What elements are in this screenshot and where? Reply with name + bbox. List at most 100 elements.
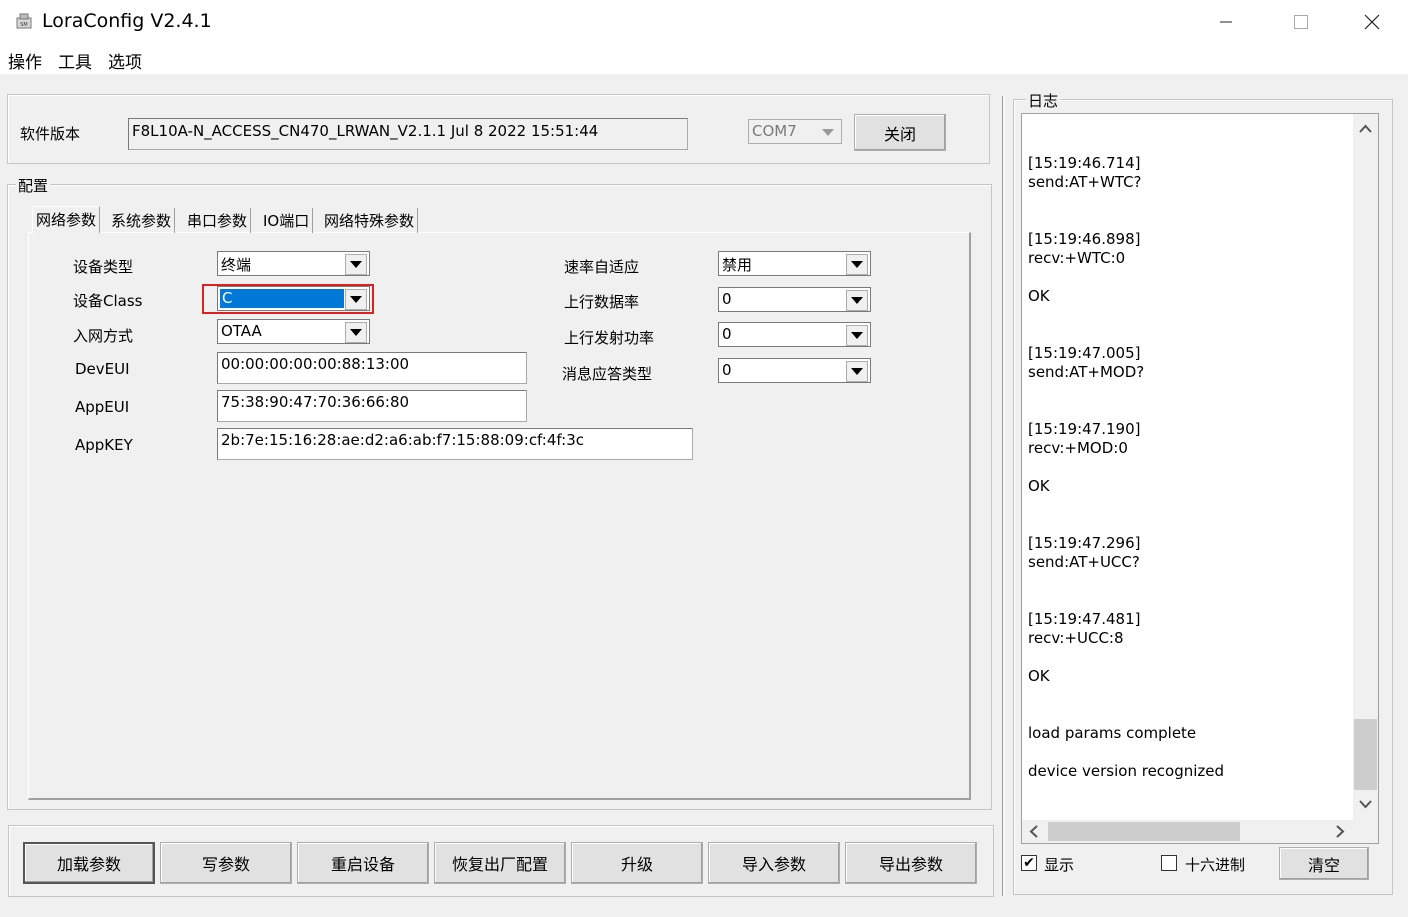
uplink-dr-select[interactable]: 0 <box>718 287 871 312</box>
log-horizontal-scroll-thumb[interactable] <box>1048 822 1240 841</box>
clear-log-button[interactable]: 清空 <box>1279 847 1369 880</box>
close-window-button[interactable] <box>1336 0 1408 44</box>
ack-type-select[interactable]: 0 <box>718 358 871 383</box>
adr-label: 速率自适应 <box>564 258 640 276</box>
log-line: send:AT+UCC? <box>1028 553 1140 571</box>
minimize-button[interactable] <box>1190 0 1262 44</box>
log-line: [15:19:47.481] <box>1028 610 1141 628</box>
log-line: [15:19:46.714] <box>1028 154 1141 172</box>
export-params-button[interactable]: 导出参数 <box>845 842 977 884</box>
uplink-dr-value: 0 <box>722 290 732 308</box>
device-class-select[interactable]: C <box>217 286 370 311</box>
ack-type-value: 0 <box>722 361 732 379</box>
join-mode-label: 入网方式 <box>73 327 134 345</box>
device-type-select[interactable]: 终端 <box>217 251 370 276</box>
appkey-input[interactable]: 2b:7e:15:16:28:ae:d2:a6:ab:f7:15:88:09:c… <box>217 428 693 460</box>
scroll-down-icon[interactable] <box>1359 799 1372 809</box>
log-line: [15:19:47.190] <box>1028 420 1141 438</box>
log-content: [15:19:46.714] send:AT+WTC? [15:19:46.898]… <box>1028 154 1224 781</box>
minimize-icon <box>1220 21 1232 23</box>
show-checkbox[interactable]: ✔ <box>1021 855 1037 871</box>
close-icon <box>1364 14 1380 30</box>
upgrade-button[interactable]: 升级 <box>571 842 703 884</box>
log-vertical-scrollbar[interactable] <box>1353 114 1378 820</box>
hex-label: 十六进制 <box>1185 856 1246 874</box>
appeui-input[interactable]: 75:38:90:47:70:36:66:80 <box>217 390 527 422</box>
factory-reset-button[interactable]: 恢复出厂配置 <box>434 842 566 884</box>
tab-system-params[interactable]: 系统参数 <box>108 208 176 233</box>
log-line: recv:+WTC:0 <box>1028 249 1126 267</box>
log-line: device version recognized <box>1028 762 1225 780</box>
device-class-selection <box>220 289 344 308</box>
device-class-dropdown-icon <box>345 289 367 310</box>
log-line: send:AT+WTC? <box>1028 173 1142 191</box>
menu-options[interactable]: 选项 <box>108 48 142 73</box>
import-params-button[interactable]: 导入参数 <box>708 842 840 884</box>
adr-select[interactable]: 禁用 <box>718 251 871 276</box>
deveui-input[interactable]: 00:00:00:00:00:88:13:00 <box>217 352 527 384</box>
log-line: recv:+UCC:8 <box>1028 629 1124 647</box>
device-type-label: 设备类型 <box>73 258 134 276</box>
device-type-value: 终端 <box>221 256 252 274</box>
tab-network-params[interactable]: 网络参数 <box>32 206 101 233</box>
log-horizontal-scrollbar[interactable] <box>1022 820 1353 843</box>
ack-type-label: 消息应答类型 <box>562 365 653 383</box>
log-line: [15:19:46.898] <box>1028 230 1141 248</box>
adr-dropdown-icon <box>846 254 868 275</box>
uplink-dr-dropdown-icon <box>846 290 868 311</box>
appkey-label: AppKEY <box>75 436 133 454</box>
log-line: OK <box>1028 477 1050 495</box>
log-group-title: 日志 <box>1026 90 1061 111</box>
tab-io-ports[interactable]: IO端口 <box>260 208 314 233</box>
scroll-right-icon[interactable] <box>1335 825 1345 838</box>
uplink-power-dropdown-icon <box>846 325 868 346</box>
tab-network-special-params[interactable]: 网络特殊参数 <box>321 208 419 233</box>
log-line: [15:19:47.296] <box>1028 534 1141 552</box>
tab-serial-params[interactable]: 串口参数 <box>184 208 252 233</box>
close-port-button[interactable]: 关闭 <box>854 114 946 151</box>
join-mode-select[interactable]: OTAA <box>217 319 370 344</box>
scroll-up-icon[interactable] <box>1359 124 1372 134</box>
port-dropdown-icon <box>817 122 839 143</box>
menu-operation[interactable]: 操作 <box>8 48 42 73</box>
appeui-label: AppEUI <box>75 398 130 416</box>
scroll-left-icon[interactable] <box>1029 825 1039 838</box>
tab-panel <box>28 232 971 800</box>
maximize-icon <box>1294 15 1308 29</box>
port-select[interactable]: COM7 <box>748 119 842 144</box>
deveui-label: DevEUI <box>75 360 130 378</box>
uplink-power-label: 上行发射功率 <box>564 329 655 347</box>
window-title: LoraConfig V2.4.1 <box>42 10 212 32</box>
menu-bar <box>0 44 1408 74</box>
version-label: 软件版本 <box>20 125 81 143</box>
load-params-button[interactable]: 加载参数 <box>23 842 155 884</box>
uplink-power-select[interactable]: 0 <box>718 322 871 347</box>
write-params-button[interactable]: 写参数 <box>160 842 292 884</box>
maximize-button[interactable] <box>1265 0 1337 44</box>
log-line: send:AT+MOD? <box>1028 363 1145 381</box>
menu-tools[interactable]: 工具 <box>58 48 92 73</box>
hex-checkbox[interactable] <box>1161 855 1177 871</box>
scrollbar-corner <box>1353 820 1378 843</box>
log-vertical-scroll-thumb[interactable] <box>1354 719 1377 790</box>
join-mode-value: OTAA <box>221 322 262 340</box>
app-icon: SM <box>16 13 32 29</box>
panel-splitter[interactable] <box>1002 96 1005 896</box>
log-line: [15:19:47.005] <box>1028 344 1141 362</box>
log-textarea[interactable]: [15:19:46.714] send:AT+WTC? [15:19:46.898]… <box>1021 113 1379 844</box>
restart-device-button[interactable]: 重启设备 <box>297 842 429 884</box>
log-line: OK <box>1028 667 1050 685</box>
